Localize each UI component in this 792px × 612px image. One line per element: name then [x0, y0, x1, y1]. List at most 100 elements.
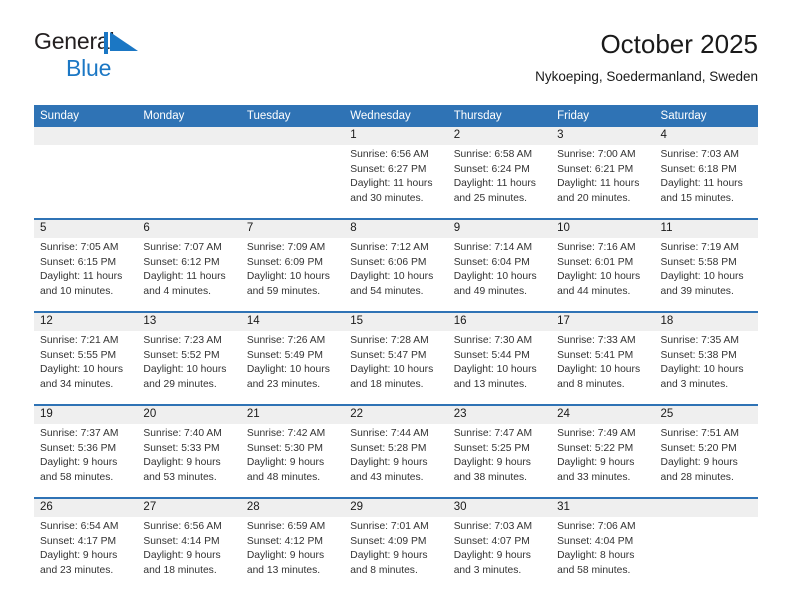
day-number-31[interactable]: 31 [551, 499, 655, 517]
blue-triangle-flag-icon [104, 32, 140, 54]
page-header: General Blue October 2025 Nykoeping, Soe… [34, 29, 758, 98]
day-number-6[interactable]: 6 [137, 220, 241, 238]
sunset-text: Sunset: 6:04 PM [453, 256, 530, 268]
day-cell-29[interactable]: Sunrise: 7:01 AM Sunset: 4:09 PM Daylight:… [344, 517, 448, 590]
day-number-3[interactable]: 3 [551, 127, 655, 145]
day-number-21[interactable]: 21 [240, 406, 345, 424]
daylight-text: Daylight: 9 hours [453, 457, 531, 469]
daylight-text-cont: and 13 minutes. [453, 378, 527, 390]
day-cell-7[interactable]: Sunrise: 7:09 AM Sunset: 6:09 PM Daylight:… [240, 238, 345, 311]
daylight-text-cont: and 18 minutes. [350, 378, 424, 390]
day-cell-13[interactable]: Sunrise: 7:23 AM Sunset: 5:52 PM Daylight:… [137, 331, 241, 404]
day-number-2[interactable]: 2 [447, 127, 552, 145]
sunset-text: Sunset: 5:55 PM [40, 349, 117, 361]
day-number-27[interactable]: 27 [137, 499, 241, 517]
page-subtitle: Nykoeping, Soedermanland, Sweden [535, 68, 758, 84]
day-cell-14[interactable]: Sunrise: 7:26 AM Sunset: 5:49 PM Daylight:… [240, 331, 345, 404]
day-cell-15[interactable]: Sunrise: 7:28 AM Sunset: 5:47 PM Daylight:… [344, 331, 448, 404]
daylight-text: Daylight: 11 hours [557, 178, 640, 190]
day-number-5[interactable]: 5 [34, 220, 138, 238]
day-number-18[interactable]: 18 [654, 313, 758, 331]
sunrise-text: Sunrise: 7:12 AM [350, 242, 429, 253]
day-cell-3[interactable]: Sunrise: 7:00 AM Sunset: 6:21 PM Daylight:… [551, 145, 655, 218]
sunset-text: Sunset: 6:24 PM [453, 163, 530, 175]
day-cell-17[interactable]: Sunrise: 7:33 AM Sunset: 5:41 PM Daylight:… [551, 331, 655, 404]
weekday-header-thursday: Thursday [447, 105, 552, 127]
day-cell-21[interactable]: Sunrise: 7:42 AM Sunset: 5:30 PM Daylight:… [240, 424, 345, 497]
day-cell-22[interactable]: Sunrise: 7:44 AM Sunset: 5:28 PM Daylight:… [344, 424, 448, 497]
day-number-12[interactable]: 12 [34, 313, 138, 331]
sunset-text: Sunset: 6:27 PM [350, 163, 427, 175]
title-block: October 2025 Nykoeping, Soedermanland, S… [535, 29, 758, 84]
daylight-text-cont: and 3 minutes. [660, 378, 729, 390]
day-number-24[interactable]: 24 [551, 406, 655, 424]
weekday-header-wednesday: Wednesday [344, 105, 448, 127]
day-cell-24[interactable]: Sunrise: 7:49 AM Sunset: 5:22 PM Daylight:… [551, 424, 655, 497]
day-number-25[interactable]: 25 [654, 406, 758, 424]
calendar-week-row: Sunrise: 7:21 AM Sunset: 5:55 PM Daylight:… [34, 331, 758, 404]
day-cell-19[interactable]: Sunrise: 7:37 AM Sunset: 5:36 PM Daylight:… [34, 424, 138, 497]
daylight-text: Daylight: 11 hours [143, 271, 226, 283]
day-number-29[interactable]: 29 [344, 499, 448, 517]
sunrise-text: Sunrise: 7:06 AM [557, 521, 636, 532]
day-cell-18[interactable]: Sunrise: 7:35 AM Sunset: 5:38 PM Daylight:… [654, 331, 758, 404]
day-number-26[interactable]: 26 [34, 499, 138, 517]
day-number-4[interactable]: 4 [654, 127, 758, 145]
sunrise-text: Sunrise: 7:49 AM [557, 428, 636, 439]
day-cell-1[interactable]: Sunrise: 6:56 AM Sunset: 6:27 PM Daylight:… [344, 145, 448, 218]
day-number-7[interactable]: 7 [240, 220, 345, 238]
weekday-header-friday: Friday [551, 105, 655, 127]
day-cell-4[interactable]: Sunrise: 7:03 AM Sunset: 6:18 PM Daylight:… [654, 145, 758, 218]
sunset-text: Sunset: 5:36 PM [40, 442, 117, 454]
day-cell-26[interactable]: Sunrise: 6:54 AM Sunset: 4:17 PM Daylight:… [34, 517, 138, 590]
generalblue-logo: General Blue [34, 30, 234, 88]
daylight-text-cont: and 13 minutes. [246, 564, 321, 576]
day-number-28[interactable]: 28 [240, 499, 345, 517]
weekday-header-tuesday: Tuesday [240, 105, 345, 127]
day-cell-27[interactable]: Sunrise: 6:56 AM Sunset: 4:14 PM Daylight:… [137, 517, 241, 590]
day-cell-11[interactable]: Sunrise: 7:19 AM Sunset: 5:58 PM Daylight:… [654, 238, 758, 311]
sunset-text: Sunset: 5:20 PM [660, 442, 737, 454]
day-number-8[interactable]: 8 [344, 220, 448, 238]
day-cell-25[interactable]: Sunrise: 7:51 AM Sunset: 5:20 PM Daylight:… [654, 424, 758, 497]
day-number-10[interactable]: 10 [551, 220, 655, 238]
calendar-daynumber-row: 26 27 28 29 30 31 [34, 499, 758, 517]
day-number-14[interactable]: 14 [240, 313, 345, 331]
day-number-11[interactable]: 11 [654, 220, 758, 238]
day-cell-16[interactable]: Sunrise: 7:30 AM Sunset: 5:44 PM Daylight:… [447, 331, 552, 404]
sunrise-text: Sunrise: 6:58 AM [453, 149, 533, 160]
sunset-text: Sunset: 6:01 PM [557, 256, 634, 268]
day-cell-12[interactable]: Sunrise: 7:21 AM Sunset: 5:55 PM Daylight:… [34, 331, 138, 404]
daylight-text: Daylight: 9 hours [40, 457, 118, 469]
weekday-header-sunday: Sunday [34, 105, 138, 127]
day-cell-9[interactable]: Sunrise: 7:14 AM Sunset: 6:04 PM Daylight:… [447, 238, 552, 311]
day-number-9[interactable]: 9 [447, 220, 552, 238]
day-cell-31[interactable]: Sunrise: 7:06 AM Sunset: 4:04 PM Daylight:… [551, 517, 655, 590]
day-number-23[interactable]: 23 [447, 406, 552, 424]
weekday-header-row: Sunday Monday Tuesday Wednesday Thursday… [34, 105, 758, 127]
day-number-20[interactable]: 20 [137, 406, 241, 424]
sunrise-text: Sunrise: 7:16 AM [557, 242, 636, 253]
sunrise-text: Sunrise: 7:47 AM [453, 428, 533, 439]
day-cell-5[interactable]: Sunrise: 7:05 AM Sunset: 6:15 PM Daylight:… [34, 238, 138, 311]
sunrise-text: Sunrise: 7:26 AM [246, 335, 326, 346]
day-number-30[interactable]: 30 [447, 499, 552, 517]
day-cell-20[interactable]: Sunrise: 7:40 AM Sunset: 5:33 PM Daylight:… [137, 424, 241, 497]
day-number-13[interactable]: 13 [137, 313, 241, 331]
day-number-empty [137, 127, 241, 145]
day-cell-2[interactable]: Sunrise: 6:58 AM Sunset: 6:24 PM Daylight:… [447, 145, 552, 218]
daylight-text: Daylight: 9 hours [143, 457, 221, 469]
day-cell-28[interactable]: Sunrise: 6:59 AM Sunset: 4:12 PM Daylight:… [240, 517, 345, 590]
day-number-19[interactable]: 19 [34, 406, 138, 424]
day-number-16[interactable]: 16 [447, 313, 552, 331]
day-cell-8[interactable]: Sunrise: 7:12 AM Sunset: 6:06 PM Daylight:… [344, 238, 448, 311]
day-cell-10[interactable]: Sunrise: 7:16 AM Sunset: 6:01 PM Daylight:… [551, 238, 655, 311]
daylight-text: Daylight: 10 hours [40, 364, 123, 376]
day-number-17[interactable]: 17 [551, 313, 655, 331]
day-number-22[interactable]: 22 [344, 406, 448, 424]
day-number-1[interactable]: 1 [344, 127, 448, 145]
day-cell-6[interactable]: Sunrise: 7:07 AM Sunset: 6:12 PM Daylight:… [137, 238, 241, 311]
day-cell-23[interactable]: Sunrise: 7:47 AM Sunset: 5:25 PM Daylight:… [447, 424, 552, 497]
day-number-15[interactable]: 15 [344, 313, 448, 331]
day-cell-30[interactable]: Sunrise: 7:03 AM Sunset: 4:07 PM Daylight:… [447, 517, 552, 590]
